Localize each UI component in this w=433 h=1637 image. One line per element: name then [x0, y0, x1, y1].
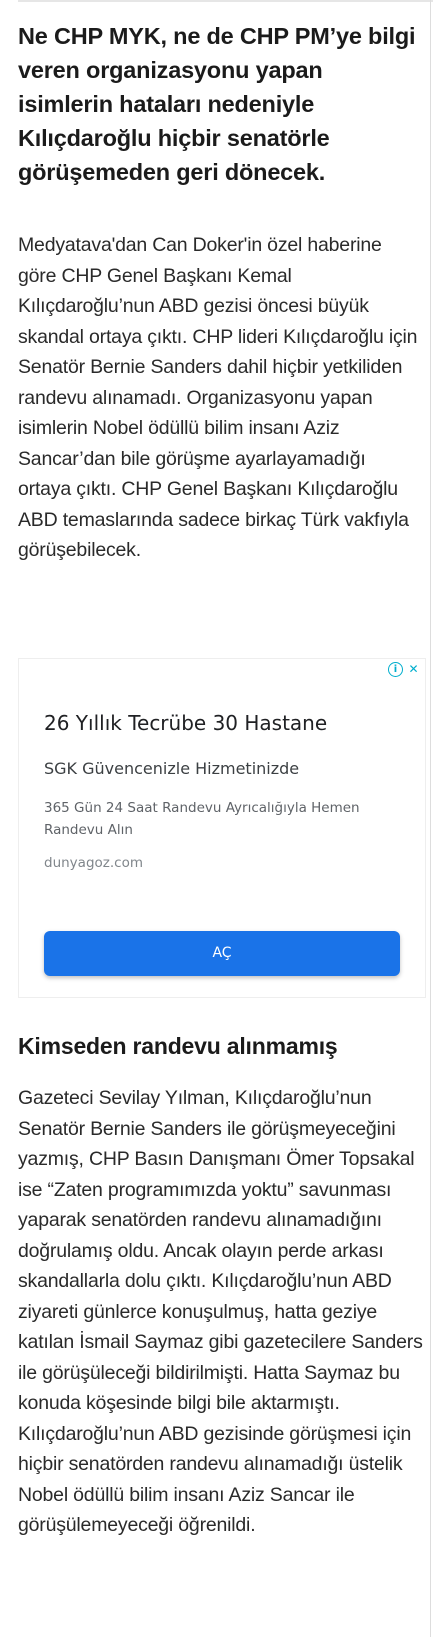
- ad-title[interactable]: 26 Yıllık Tecrübe 30 Hastane: [44, 711, 405, 735]
- top-divider: [18, 0, 433, 2]
- ad-choices-badge[interactable]: i ✕: [388, 662, 421, 677]
- ad-banner[interactable]: i ✕ 26 Yıllık Tecrübe 30 Hastane SGK Güv…: [18, 658, 426, 998]
- article-paragraph-1: Medyatava'dan Can Doker'in özel haberine…: [18, 234, 418, 561]
- ad-domain[interactable]: dunyagoz.com: [44, 855, 143, 871]
- ad-subtitle: SGK Güvencenizle Hizmetinizde: [44, 759, 300, 778]
- article-paragraph-2: Gazeteci Sevilay Yılman, Kılıçdaroğlu’nu…: [18, 1087, 423, 1536]
- info-icon[interactable]: i: [388, 662, 403, 677]
- close-icon[interactable]: ✕: [406, 662, 421, 677]
- scroll-edge: [430, 0, 431, 1637]
- ad-open-button[interactable]: AÇ: [44, 931, 400, 976]
- section-heading: Kimseden randevu alınmamış: [18, 1033, 338, 1059]
- article-lead: Ne CHP MYK, ne de CHP PM’ye bilgi veren …: [18, 23, 416, 185]
- ad-description: 365 Gün 24 Saat Randevu Ayrıcalığıyla He…: [44, 800, 360, 838]
